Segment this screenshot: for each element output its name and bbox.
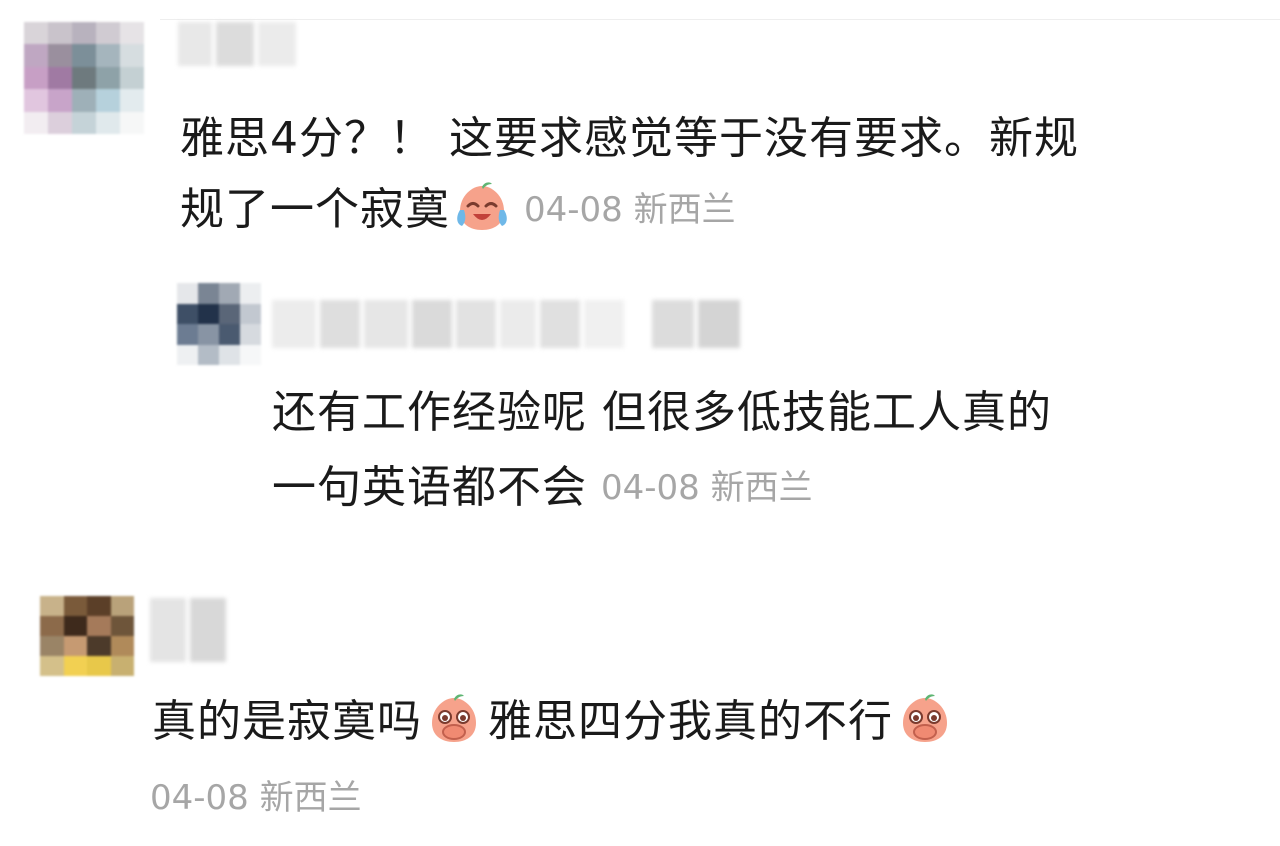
covering-mouth-peach-emoji [897, 690, 953, 746]
comment-text: 雅思4分？！ 这要求感觉等于没有要求。新规 [180, 107, 1079, 171]
username-blurred[interactable] [272, 300, 762, 348]
avatar[interactable] [40, 596, 134, 676]
comment-part-1: 真的是寂寞吗 [152, 696, 422, 747]
comment-part-2: 雅思四分我真的不行 [488, 696, 893, 747]
avatar[interactable] [177, 283, 261, 365]
reply-line-1: 还有工作经验呢 但很多低技能工人真的 [272, 387, 1052, 438]
comment-thread: 雅思4分？！ 这要求感觉等于没有要求。新规 规了一个寂寞 04-08 新西兰 还… [0, 0, 1280, 846]
username-blurred[interactable] [150, 598, 226, 662]
reply-line-2: 一句英语都不会 [272, 462, 587, 513]
comment-line-2: 规了一个寂寞 [180, 184, 450, 235]
username-blurred[interactable] [178, 22, 296, 66]
comment-meta: 04-08 新西兰 [150, 778, 362, 818]
comment-meta: 04-08 新西兰 [524, 190, 736, 230]
comment-text: 真的是寂寞吗 雅思四分我真的不行 [152, 690, 953, 754]
reply-meta: 04-08 新西兰 [601, 468, 813, 508]
comment-meta-row: 04-08 新西兰 [150, 766, 362, 830]
avatar[interactable] [24, 22, 144, 134]
divider [160, 19, 1280, 20]
comment-line-1: 雅思4分？！ 这要求感觉等于没有要求。新规 [180, 113, 1079, 164]
covering-mouth-peach-emoji [426, 690, 482, 746]
reply-text: 一句英语都不会 04-08 新西兰 [272, 456, 813, 520]
crying-laughing-peach-emoji [454, 178, 510, 234]
reply-text: 还有工作经验呢 但很多低技能工人真的 [272, 381, 1052, 445]
comment-text: 规了一个寂寞 04-08 新西兰 [180, 178, 736, 242]
